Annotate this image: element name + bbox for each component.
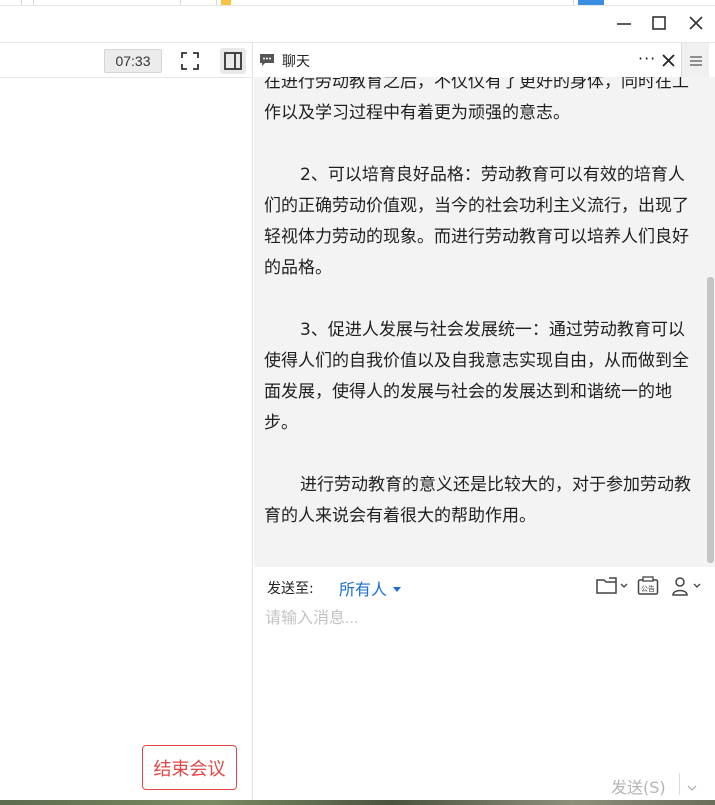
strip-segment (0, 0, 22, 5)
send-options-button[interactable] (687, 777, 697, 796)
strip-segment (181, 0, 217, 5)
maximize-icon (652, 16, 666, 30)
scrollbar-thumb[interactable] (707, 277, 714, 563)
meeting-toolbar: 07:33 (0, 42, 252, 78)
menu-icon (689, 55, 702, 66)
chat-close-button[interactable] (659, 51, 677, 69)
meeting-timer: 07:33 (104, 49, 162, 73)
caret-down-icon (393, 586, 402, 592)
chat-scrollbar[interactable] (705, 77, 715, 567)
message-paragraph: 3、促进人发展与社会发展统一：通过劳动教育可以使得人们的自我价值以及自我意志实现… (264, 320, 689, 433)
end-meeting-button[interactable]: 结束会议 (142, 745, 237, 790)
sidebar-toggle-icon (224, 52, 242, 70)
chat-message-list[interactable]: 在进行劳动教育之后，不仅仅有了更好的身体，同时在工作以及学习过程中有着更为顽强的… (254, 77, 715, 567)
close-button[interactable] (678, 6, 714, 40)
message-paragraph: 2、可以培育良好品格：劳动教育可以有效的培育人们的正确劳动价值观，当今的社会功利… (264, 165, 689, 278)
strip-segment (578, 0, 604, 5)
close-icon (661, 53, 675, 67)
chat-menu-button[interactable] (681, 43, 709, 78)
send-separator (679, 773, 680, 795)
maximize-button[interactable] (641, 6, 677, 40)
folder-icon (596, 577, 617, 594)
meeting-pane: 07:33 结束会议 (0, 42, 253, 805)
chevron-down-icon (693, 583, 701, 588)
chat-message: 在进行劳动教育之后，不仅仅有了更好的身体，同时在工作以及学习过程中有着更为顽强的… (264, 77, 701, 563)
chat-compose: 发送至: 所有人 公告 发送(S) (254, 567, 715, 800)
minimize-icon (617, 23, 631, 25)
strip-segment (221, 0, 231, 5)
title-bar (0, 6, 715, 42)
fullscreen-icon (181, 52, 199, 70)
minimize-button[interactable] (606, 6, 642, 40)
sidebar-toggle-button[interactable] (220, 48, 246, 74)
background-strip (0, 800, 715, 805)
message-paragraph: 在进行劳动教育之后，不仅仅有了更好的身体，同时在工作以及学习过程中有着更为顽强的… (264, 77, 689, 123)
chat-title: 聊天 (282, 54, 310, 70)
message-input[interactable] (265, 605, 705, 633)
send-button[interactable]: 发送(S) (611, 774, 666, 798)
chevron-down-icon (687, 785, 697, 791)
send-to-label: 发送至: (267, 581, 314, 597)
close-icon (689, 16, 703, 30)
message-paragraph: 进行劳动教育的意义还是比较大的，对于参加劳动教育的人来说会有着很大的帮助作用。 (264, 475, 691, 526)
notice-icon: 公告 (637, 576, 659, 595)
notice-icon-text: 公告 (641, 584, 655, 593)
recipient-value: 所有人 (339, 580, 388, 599)
participant-button[interactable] (671, 575, 701, 597)
chat-more-button[interactable]: ··· (638, 49, 656, 68)
chat-header: 聊天 ··· (254, 42, 715, 78)
strip-segment (244, 0, 574, 5)
fullscreen-button[interactable] (177, 48, 203, 74)
person-icon (672, 577, 688, 596)
send-file-button[interactable] (596, 575, 628, 597)
chevron-down-icon (620, 583, 628, 588)
recipient-select[interactable]: 所有人 (339, 576, 402, 600)
strip-segment (34, 0, 181, 5)
notice-button[interactable]: 公告 (637, 575, 659, 597)
chat-bubble-icon (260, 54, 274, 66)
strip-segment (22, 0, 34, 5)
